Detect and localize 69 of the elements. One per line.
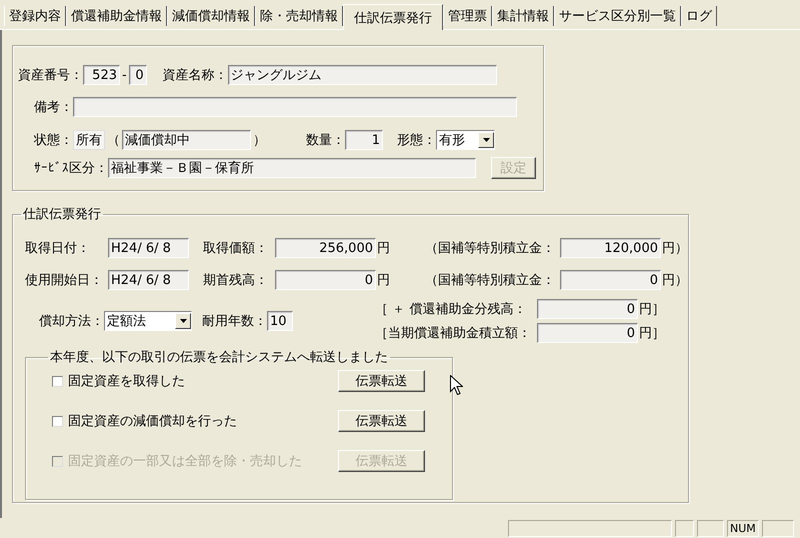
remarks-field[interactable] [73,97,517,117]
field-label: 形態： [397,132,436,149]
num-lock-indicator: NUM [727,520,759,536]
quantity-field[interactable]: 1 [345,130,383,150]
field-label: （国補等特別積立金： [425,272,556,289]
form-dropdown[interactable]: 有形 [436,130,495,150]
useful-life-field[interactable]: 10 [267,311,293,331]
unit-text: 円） [662,272,688,289]
unit-text: 円］ [639,301,665,318]
field-label: 償却方法： [39,313,104,330]
field-label: ［当期償還補助金積立額： [375,325,532,342]
transfer-button[interactable]: 伝票転送 [338,370,425,392]
tab[interactable]: 償還補助金情報 [66,6,167,26]
date-field[interactable]: H24/ 6/ 8 [108,270,189,290]
field-label: 備考： [34,99,73,116]
field-label: 数量： [306,132,345,149]
tab[interactable]: 減価償却情報 [167,6,255,26]
field-label: 期首残高： [203,272,269,289]
checkbox[interactable] [52,416,63,426]
mouse-pointer-icon [450,375,463,396]
unit-text: 円］ [639,325,665,342]
unit-text: 円 [377,240,390,257]
checkbox-label: 固定資産を取得した [68,373,186,390]
tab[interactable]: 仕訳伝票発行 [343,4,443,30]
amount-field[interactable]: 0 [537,299,638,319]
checkbox-label: 固定資産の減価償却を行った [68,413,238,430]
checkbox[interactable] [52,376,63,386]
field-label: 取得日付： [25,240,91,257]
caret-icon [180,319,186,323]
paren-text: ） [253,132,266,149]
field-label: 資産番号： [18,67,83,84]
transfer-button[interactable]: 伝票転送 [338,410,425,432]
unit-text: 円 [377,272,390,289]
tab[interactable]: サービス区分別一覧 [554,6,681,26]
asset-name-field[interactable]: ジャングルジム [228,65,497,85]
service-category-field[interactable]: 福祉事業－Ｂ園－保育所 [108,158,476,178]
status-panel [762,520,794,536]
group-title: 仕訳伝票発行 [22,206,102,223]
tab[interactable]: 管理票 [443,6,492,26]
field-label: 使用開始日： [25,272,104,289]
status-field: 所有 [73,130,105,150]
unit-text: 円） [662,240,688,257]
field-label: 状態： [34,132,73,149]
status-panel [697,520,724,536]
amount-field[interactable]: 120,000 [560,238,661,258]
amount-field[interactable]: 0 [275,270,376,290]
group-title: 本年度、以下の取引の伝票を会計システムへ転送しました [49,349,389,366]
field-label: 耐用年数： [202,313,267,330]
tab[interactable]: 登録内容 [4,6,66,26]
date-field[interactable]: H24/ 6/ 8 [108,238,189,258]
method-dropdown[interactable]: 定額法 [104,311,192,331]
field-label: 資産名称： [162,67,228,84]
amount-field[interactable]: 0 [560,270,661,290]
asset-number-field[interactable]: 523 [83,65,120,85]
separator-text: - [122,68,127,82]
field-label: （国補等特別積立金： [425,240,556,257]
amount-field[interactable]: 0 [537,323,638,343]
status-panel [675,520,694,536]
field-label: ［ ＋ 償還補助金分残高： [375,301,528,318]
sub-number-field[interactable]: 0 [128,65,147,85]
tab[interactable]: 集計情報 [492,6,554,26]
checkbox-label: 固定資産の一部又は全部を除・売却した [68,453,303,470]
caret-icon [482,138,490,142]
depreciation-status-field: 減価償却中 [122,130,251,150]
field-label: 取得価額： [203,240,269,257]
amount-field[interactable]: 256,000 [275,238,376,258]
tab[interactable]: ログ [681,6,717,26]
paren-text: （ [107,132,120,149]
field-label: ｻｰﾋﾞｽ区分： [34,160,108,177]
